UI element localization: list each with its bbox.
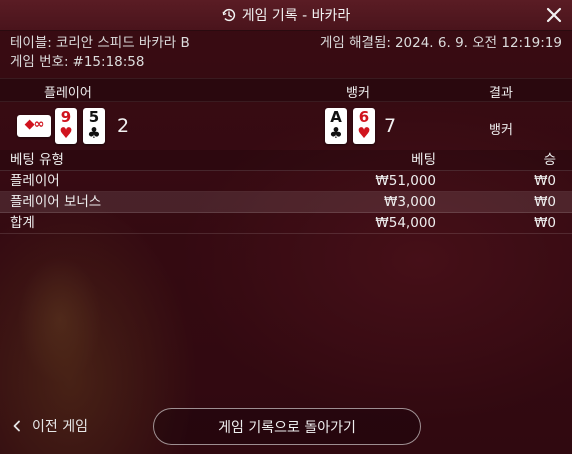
chevron-left-icon xyxy=(13,420,20,432)
bets-header-row: 베팅 유형 베팅 승 xyxy=(0,150,572,171)
game-number-label: 게임 번호: xyxy=(10,54,69,70)
result-value: 뱅커 xyxy=(489,123,513,138)
win-amount-header: 승 xyxy=(543,152,556,168)
settled-label: 게임 해결됨: xyxy=(320,35,391,51)
bet-amount: ₩51,000 xyxy=(375,173,436,189)
settled-info: 게임 해결됨: 2024. 6. 9. 오전 12:19:19 xyxy=(320,34,562,53)
player-card-1: 9 ♥ xyxy=(55,108,77,144)
game-number-info: 게임 번호: #15:18:58 xyxy=(10,53,144,72)
bet-type: 플레이어 xyxy=(10,173,60,189)
bet-amount: ₩3,000 xyxy=(384,194,436,210)
total-label: 합계 xyxy=(10,215,35,231)
previous-game-label: 이전 게임 xyxy=(32,419,88,435)
banker-card-1: A ♣ xyxy=(325,108,347,144)
game-number-value: #15:18:58 xyxy=(72,54,145,70)
total-win-amount: ₩0 xyxy=(534,215,556,231)
bet-type-header: 베팅 유형 xyxy=(10,152,64,168)
results-header: 플레이어 뱅커 결과 xyxy=(0,78,572,102)
history-icon xyxy=(222,8,235,22)
win-amount: ₩0 xyxy=(534,173,556,189)
table-value: 코리안 스피드 바카라 B xyxy=(55,35,190,51)
player-card-2-suit: ♣ xyxy=(87,124,101,142)
player-score: 2 xyxy=(117,115,130,137)
back-to-history-button[interactable]: 게임 기록으로 돌아가기 xyxy=(153,408,421,445)
win-amount: ₩0 xyxy=(534,194,556,210)
settled-value: 2024. 6. 9. 오전 12:19:19 xyxy=(394,35,562,51)
player-card-1-suit: ♥ xyxy=(59,124,73,142)
game-info: 테이블: 코리안 스피드 바카라 B 게임 해결됨: 2024. 6. 9. 오전 … xyxy=(10,34,562,72)
banker-card-2: 6 ♥ xyxy=(353,108,375,144)
title-bar: 게임 기록 - 바카라 xyxy=(0,0,572,31)
player-card-2: 5 ♣ xyxy=(83,108,105,144)
total-bet-amount: ₩54,000 xyxy=(375,215,436,231)
total-row: 합계 ₩54,000 ₩0 xyxy=(0,213,572,234)
close-icon[interactable] xyxy=(544,5,564,25)
info-row-1: 테이블: 코리안 스피드 바카라 B 게임 해결됨: 2024. 6. 9. 오전 … xyxy=(10,34,562,53)
player-header: 플레이어 xyxy=(44,86,92,101)
title-wrap: 게임 기록 - 바카라 xyxy=(222,5,351,25)
bet-type: 플레이어 보너스 xyxy=(10,194,102,210)
bets-table: 베팅 유형 베팅 승 플레이어 ₩51,000 ₩0 플레이어 보너스 ₩3,0… xyxy=(0,150,572,234)
result-header: 결과 xyxy=(489,86,513,101)
player-bonus-badge: ◆∞ xyxy=(17,115,51,137)
table-row: 플레이어 ₩51,000 ₩0 xyxy=(0,171,572,192)
banker-header: 뱅커 xyxy=(346,86,370,101)
info-row-2: 게임 번호: #15:18:58 xyxy=(10,53,562,72)
table-row: 플레이어 보너스 ₩3,000 ₩0 xyxy=(0,192,572,213)
table-label: 테이블: xyxy=(10,35,52,51)
banker-card-1-suit: ♣ xyxy=(329,124,343,142)
banker-score: 7 xyxy=(384,115,397,137)
banker-card-2-suit: ♥ xyxy=(357,124,371,142)
bet-amount-header: 베팅 xyxy=(411,152,436,168)
player-bonus-badge-text: ◆∞ xyxy=(24,117,45,132)
window-title: 게임 기록 - 바카라 xyxy=(241,8,351,24)
table-info: 테이블: 코리안 스피드 바카라 B xyxy=(10,34,190,53)
previous-game-button[interactable]: 이전 게임 xyxy=(12,416,88,436)
